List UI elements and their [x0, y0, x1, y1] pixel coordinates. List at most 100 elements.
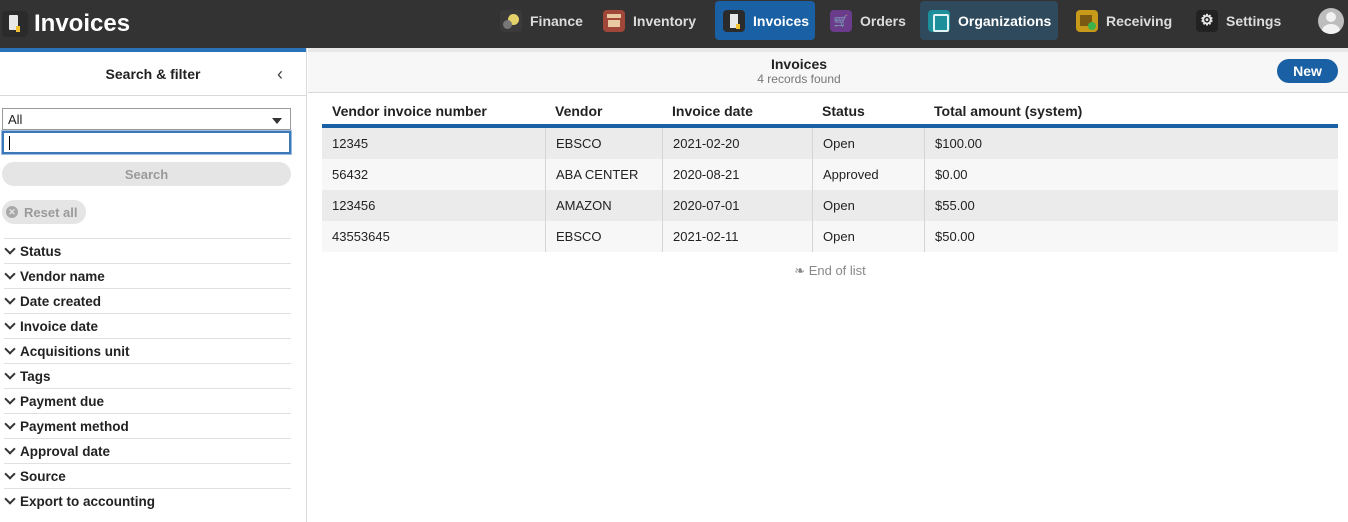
- facet-label: Invoice date: [20, 318, 99, 334]
- nav-receiving[interactable]: Receiving: [1068, 1, 1180, 40]
- nav-settings[interactable]: ⚙ Settings: [1188, 1, 1289, 40]
- table-header: Vendor invoice number Vendor Invoice dat…: [322, 98, 1338, 128]
- cell-total-amount: $0.00: [924, 159, 1338, 190]
- facet-source[interactable]: Source: [4, 463, 291, 488]
- cell-total-amount: $50.00: [924, 221, 1338, 252]
- column-header-total-amount[interactable]: Total amount (system): [924, 103, 1338, 119]
- cell-status: Open: [812, 190, 924, 221]
- invoices-icon: [723, 9, 745, 32]
- chevron-down-icon: [4, 468, 16, 480]
- facet-label: Payment method: [20, 418, 129, 434]
- chevron-down-icon: [4, 493, 16, 505]
- search-button[interactable]: Search: [2, 162, 291, 186]
- facet-tags[interactable]: Tags: [4, 363, 291, 388]
- nav-finance-label: Finance: [530, 12, 583, 29]
- reset-all-label: Reset all: [24, 204, 78, 220]
- filter-pane-title: Search & filter: [105, 65, 201, 82]
- column-header-vendor-invoice-number[interactable]: Vendor invoice number: [322, 103, 545, 119]
- chevron-down-icon: [4, 293, 16, 305]
- close-icon: ✕: [6, 206, 18, 218]
- nav-finance[interactable]: Finance: [492, 1, 591, 40]
- chevron-down-icon: [4, 243, 16, 255]
- nav-organizations-label: Organizations: [958, 12, 1052, 29]
- invoices-table: Vendor invoice number Vendor Invoice dat…: [322, 98, 1338, 252]
- user-avatar[interactable]: [1318, 8, 1344, 34]
- nav-organizations[interactable]: Organizations: [920, 1, 1058, 40]
- cell-total-amount: $55.00: [924, 190, 1338, 221]
- gear-icon: ⚙: [1196, 9, 1218, 32]
- nav-inventory-label: Inventory: [633, 12, 697, 29]
- collapse-filter-icon[interactable]: ‹: [277, 64, 293, 84]
- filter-pane: Search & filter ‹ All Search ✕ Reset all…: [0, 48, 307, 522]
- facet-label: Payment due: [20, 393, 105, 409]
- orders-icon: 🛒: [830, 9, 852, 32]
- facet-acquisitions-unit[interactable]: Acquisitions unit: [4, 338, 291, 363]
- cell-invoice-date: 2020-08-21: [662, 159, 812, 190]
- facet-approval-date[interactable]: Approval date: [4, 438, 291, 463]
- cell-invoice-date: 2021-02-11: [662, 221, 812, 252]
- table-row[interactable]: 123456 AMAZON 2020-07-01 Open $55.00: [322, 190, 1338, 221]
- nav-orders[interactable]: 🛒 Orders: [822, 1, 914, 40]
- chevron-down-icon: [4, 343, 16, 355]
- cell-status: Open: [812, 221, 924, 252]
- facet-label: Approval date: [20, 443, 111, 459]
- app-title[interactable]: Invoices: [0, 0, 130, 48]
- chevron-down-icon: [272, 118, 282, 124]
- nav-settings-label: Settings: [1226, 12, 1282, 29]
- filter-pane-header: Search & filter ‹: [0, 52, 306, 96]
- column-header-invoice-date[interactable]: Invoice date: [662, 103, 812, 119]
- search-field-select[interactable]: All: [2, 108, 291, 130]
- table-body: 12345 EBSCO 2021-02-20 Open $100.00 5643…: [322, 128, 1338, 252]
- facet-label: Status: [20, 243, 62, 259]
- text-cursor: [9, 136, 10, 150]
- organizations-icon: [928, 9, 950, 32]
- cell-vendor: EBSCO: [545, 221, 662, 252]
- receiving-icon: [1076, 9, 1098, 32]
- facet-vendor-name[interactable]: Vendor name: [4, 263, 291, 288]
- table-row[interactable]: 43553645 EBSCO 2021-02-11 Open $50.00: [322, 221, 1338, 252]
- cell-vendor: EBSCO: [545, 128, 662, 159]
- cell-invoice-number: 123456: [332, 198, 376, 213]
- reset-all-button[interactable]: ✕ Reset all: [2, 200, 86, 224]
- facet-date-created[interactable]: Date created: [4, 288, 291, 313]
- finance-icon: [500, 9, 522, 32]
- invoices-app-icon: [2, 11, 28, 37]
- new-invoice-button[interactable]: New: [1277, 59, 1338, 83]
- cell-status: Open: [812, 128, 924, 159]
- nav-invoices-label: Invoices: [753, 12, 810, 29]
- results-title: Invoices: [770, 56, 828, 72]
- table-row[interactable]: 56432 ABA CENTER 2020-08-21 Approved $0.…: [322, 159, 1338, 190]
- nav-orders-label: Orders: [860, 12, 906, 29]
- table-row[interactable]: 12345 EBSCO 2021-02-20 Open $100.00: [322, 128, 1338, 159]
- facet-label: Date created: [20, 293, 102, 309]
- cell-status: Approved: [812, 159, 924, 190]
- column-header-status[interactable]: Status: [812, 103, 924, 119]
- cell-invoice-number: 56432: [332, 167, 369, 182]
- nav-invoices[interactable]: Invoices: [715, 1, 815, 40]
- cell-invoice-number: 43553645: [332, 229, 390, 244]
- results-pane-header: Invoices 4 records found New: [308, 52, 1348, 93]
- facet-status[interactable]: Status: [4, 238, 291, 263]
- chevron-down-icon: [4, 368, 16, 380]
- chevron-down-icon: [4, 443, 16, 455]
- search-input[interactable]: [1, 130, 292, 155]
- app-title-label: Invoices: [34, 10, 131, 37]
- facet-invoice-date[interactable]: Invoice date: [4, 313, 291, 338]
- facet-payment-method[interactable]: Payment method: [4, 413, 291, 438]
- cell-vendor: ABA CENTER: [545, 159, 662, 190]
- facet-payment-due[interactable]: Payment due: [4, 388, 291, 413]
- facet-label: Export to accounting: [20, 493, 155, 509]
- cell-vendor: AMAZON: [545, 190, 662, 221]
- nav-inventory[interactable]: Inventory: [595, 1, 704, 40]
- column-header-vendor[interactable]: Vendor: [545, 103, 662, 119]
- cell-total-amount: $100.00: [924, 128, 1338, 159]
- nav-receiving-label: Receiving: [1106, 12, 1173, 29]
- inventory-icon: [603, 9, 625, 32]
- top-navigation-bar: Invoices Finance Inventory Invoices 🛒 Or…: [0, 0, 1348, 48]
- facet-label: Tags: [20, 368, 51, 384]
- facet-label: Source: [20, 468, 66, 484]
- search-field-select-value: All: [8, 112, 23, 127]
- cell-invoice-date: 2020-07-01: [662, 190, 812, 221]
- chevron-down-icon: [4, 418, 16, 430]
- facet-export-to-accounting[interactable]: Export to accounting: [4, 488, 291, 513]
